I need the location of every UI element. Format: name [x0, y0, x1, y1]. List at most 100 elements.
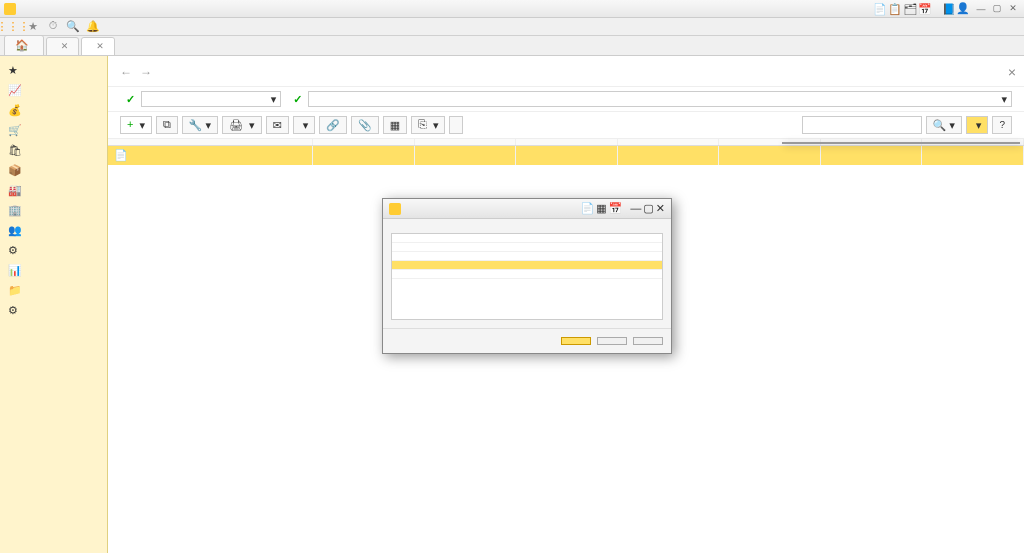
forward-icon[interactable]: →	[140, 64, 152, 78]
dialog-footer	[383, 328, 671, 353]
edo-icon: ⎘	[418, 119, 427, 132]
signed-button[interactable]	[449, 116, 463, 134]
nav-operations[interactable]: ⚙	[0, 240, 107, 260]
maximize-icon[interactable]: ▢	[990, 2, 1004, 16]
print-icon: 🖨	[229, 119, 243, 132]
operation-list	[391, 233, 663, 320]
edo-button[interactable]: ⎘▾	[411, 116, 445, 134]
app-icon	[389, 203, 401, 215]
bag-icon: 🛍	[8, 144, 20, 156]
nav-admin[interactable]: ⚙	[0, 300, 107, 320]
help-button[interactable]: ?	[992, 116, 1012, 134]
calc-icon[interactable]: 🗂	[903, 3, 915, 15]
nav-sales[interactable]: 🛒	[0, 120, 107, 140]
user-avatar-icon: 👤	[956, 2, 970, 15]
folder-icon: 📁	[8, 284, 20, 296]
copy-button[interactable]: ⧉	[156, 116, 178, 134]
back-icon[interactable]: ←	[120, 64, 132, 78]
select-button[interactable]	[561, 337, 591, 345]
title-quick-icons: 📄 📋 🗂 📅 📘	[873, 3, 954, 15]
option-commission[interactable]	[392, 252, 662, 261]
cell	[414, 146, 516, 166]
plus-icon: +	[127, 119, 133, 131]
minimize-icon[interactable]: —	[974, 2, 988, 16]
people-icon: 👥	[8, 224, 20, 236]
cell	[922, 146, 1024, 166]
option-shipment[interactable]	[392, 261, 662, 270]
search-input[interactable]	[802, 116, 922, 134]
tab-realization-list[interactable]: ✕	[81, 37, 115, 55]
info-button[interactable]: ▦	[383, 116, 407, 134]
realization-button[interactable]: +▾	[120, 116, 152, 134]
bank-icon: 💰	[8, 104, 20, 116]
star-icon[interactable]: ★	[26, 20, 40, 34]
action-bar: +▾ ⧉ 🔧▾ 🖨▾ ✉ ▾ 🔗 📎 ▦ ⎘▾ 🔍▾ ▾ ?	[108, 112, 1024, 139]
counterparty-select[interactable]: ▾	[141, 91, 281, 107]
calendar-icon[interactable]: 📅	[918, 3, 930, 15]
doc-icon[interactable]: 📄	[581, 202, 595, 215]
doc-icon[interactable]: 📋	[888, 3, 900, 15]
grid-icon[interactable]: ▦	[596, 202, 606, 215]
minimize-icon[interactable]: —	[630, 203, 641, 215]
close-icon[interactable]: ✕	[1006, 2, 1020, 16]
check-icon[interactable]: ✓	[293, 93, 302, 106]
tool-button[interactable]: 🔧▾	[182, 116, 218, 134]
nav-main[interactable]: ★	[0, 60, 107, 80]
tab-document[interactable]: ✕	[46, 37, 80, 55]
window-titlebar: 📄 📋 🗂 📅 📘 👤 — ▢ ✕	[0, 0, 1024, 18]
main-toolbar: ⋮⋮⋮ ★ ⏱ 🔍 🔔	[0, 18, 1024, 36]
ops-icon: ⚙	[8, 244, 20, 256]
box-icon: 📦	[8, 164, 20, 176]
dropdown-icon: ▾	[1001, 93, 1007, 106]
nav-manager[interactable]: 📈	[0, 80, 107, 100]
nav-bank[interactable]: 💰	[0, 100, 107, 120]
print-button[interactable]: 🖨▾	[222, 116, 262, 134]
chevron-down-icon: ▾	[949, 119, 955, 132]
cancel-button[interactable]	[597, 337, 627, 345]
bell-icon[interactable]: 🔔	[86, 20, 100, 34]
table-row[interactable]: 📄	[108, 146, 1024, 166]
help-button[interactable]	[633, 337, 663, 345]
tab-home[interactable]: 🏠	[4, 35, 44, 55]
history-icon[interactable]: ⏱	[46, 20, 60, 34]
option-equipment[interactable]	[392, 270, 662, 279]
info-icon: ▦	[390, 119, 400, 132]
nav-reports[interactable]: 📊	[0, 260, 107, 280]
tool-icon: 🔧	[189, 119, 203, 132]
chevron-down-icon: ▾	[139, 119, 145, 132]
search-button[interactable]: 🔍▾	[926, 116, 962, 134]
chevron-down-icon: ▾	[303, 119, 309, 132]
more-button[interactable]: ▾	[966, 116, 989, 134]
maximize-icon[interactable]: ▢	[643, 202, 653, 215]
check-icon[interactable]: ✓	[126, 93, 135, 106]
nav-directories[interactable]: 📁	[0, 280, 107, 300]
cell	[719, 146, 821, 166]
option-services[interactable]	[392, 243, 662, 252]
nav-assets[interactable]: 🏢	[0, 200, 107, 220]
page-close-icon[interactable]: ×	[1008, 64, 1016, 80]
doc-icon: 📄	[114, 150, 128, 162]
mail-button[interactable]: ✉	[266, 116, 289, 134]
link-button[interactable]: 🔗	[319, 116, 347, 134]
doc-icon[interactable]: 📄	[873, 3, 885, 15]
cell	[313, 146, 415, 166]
tab-close-icon[interactable]: ✕	[61, 41, 69, 52]
org-select[interactable]: ▾	[308, 91, 1012, 107]
building-icon: 🏢	[8, 204, 20, 216]
attach-button[interactable]: 📎	[351, 116, 379, 134]
close-icon[interactable]: ✕	[656, 202, 665, 215]
nav-warehouse[interactable]: 📦	[0, 160, 107, 180]
nav-purchases[interactable]: 🛍	[0, 140, 107, 160]
option-goods[interactable]	[392, 234, 662, 243]
book-icon[interactable]: 📘	[942, 3, 954, 15]
create-based-button[interactable]: ▾	[293, 116, 316, 134]
search-icon[interactable]: 🔍	[66, 20, 80, 34]
nav-production[interactable]: 🏭	[0, 180, 107, 200]
chevron-down-icon: ▾	[976, 119, 982, 132]
nav-salary[interactable]: 👥	[0, 220, 107, 240]
home-icon: 🏠	[15, 39, 29, 52]
operation-type-dialog: 📄 ▦ 📅 — ▢ ✕	[382, 198, 672, 354]
tab-close-icon[interactable]: ✕	[96, 41, 104, 52]
apps-icon[interactable]: ⋮⋮⋮	[6, 20, 20, 34]
calendar-icon[interactable]: 📅	[609, 202, 623, 215]
